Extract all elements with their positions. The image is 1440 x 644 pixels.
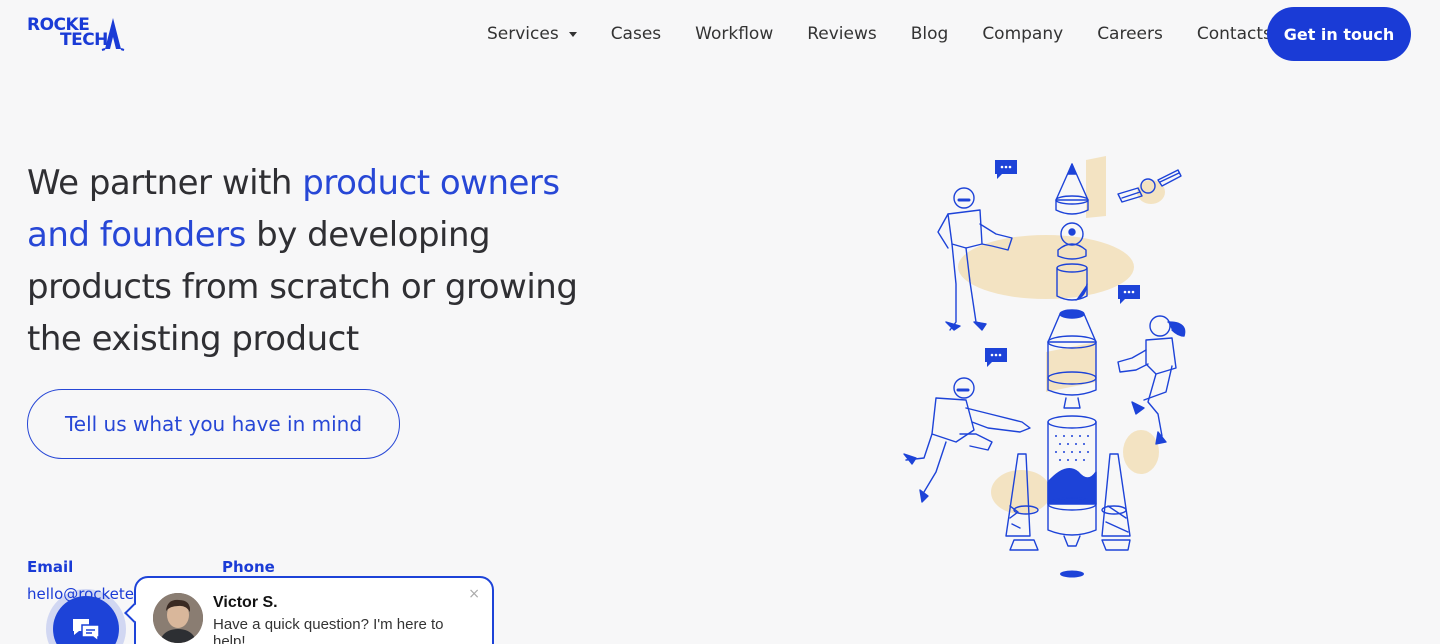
chat-icon	[73, 619, 100, 642]
nav-item-services[interactable]: Services	[470, 24, 594, 44]
hero-headline: We partner with product owners and found…	[27, 157, 607, 365]
chat-popup[interactable]: Victor S. Have a quick question? I'm her…	[124, 576, 494, 644]
nav-item-label: Cases	[610, 24, 662, 44]
brand-logo[interactable]: ROCKE TECH	[27, 17, 127, 53]
phone-label: Phone	[222, 558, 275, 576]
get-in-touch-button[interactable]: Get in touch	[1267, 7, 1411, 61]
nav-item-label: Workflow	[695, 24, 774, 44]
caret-down-icon	[568, 31, 577, 37]
nav-item-reviews[interactable]: Reviews	[790, 24, 894, 44]
email-label: Email	[27, 558, 74, 576]
chat-popup-tail	[124, 603, 144, 623]
rocket-team-illustration	[903, 156, 1186, 578]
nav-item-label: Careers	[1097, 24, 1163, 44]
tell-us-button[interactable]: Tell us what you have in mind	[27, 389, 400, 459]
nav-item-workflow[interactable]: Workflow	[678, 24, 790, 44]
nav-item-label: Blog	[910, 24, 949, 44]
nav-item-label: Company	[982, 24, 1064, 44]
nav-item-label: Contacts	[1196, 24, 1272, 44]
chat-message: Have a quick question? I'm here to help!	[213, 616, 444, 644]
chat-button[interactable]	[53, 596, 119, 644]
nav-item-careers[interactable]: Careers	[1080, 24, 1180, 44]
nav-item-blog[interactable]: Blog	[894, 24, 966, 44]
main-nav: Services Cases Workflow Reviews Blog Com…	[470, 0, 1289, 68]
hero-text-before: We partner with	[27, 163, 303, 203]
nav-item-cases[interactable]: Cases	[594, 24, 678, 44]
rocket-logo-icon	[101, 18, 125, 51]
nav-item-label: Services	[487, 24, 559, 44]
agent-name: Victor S.	[213, 594, 278, 611]
nav-item-company[interactable]: Company	[965, 24, 1080, 44]
agent-avatar	[153, 593, 203, 643]
nav-item-label: Reviews	[807, 24, 877, 44]
close-icon[interactable]: ×	[468, 586, 480, 602]
